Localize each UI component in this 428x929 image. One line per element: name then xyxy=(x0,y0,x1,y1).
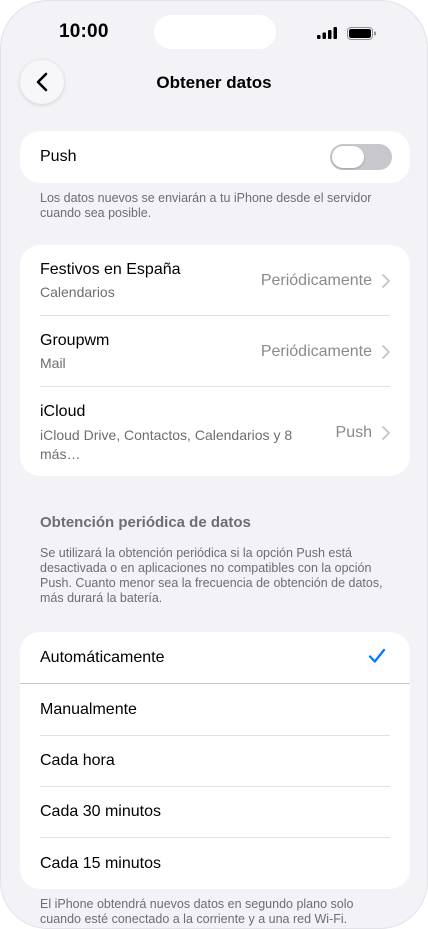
option-label: Manualmente xyxy=(40,701,137,718)
account-fetch-value: Push xyxy=(335,424,372,441)
push-footnote: Los datos nuevos se enviarán a tu iPhone… xyxy=(40,191,372,220)
push-label: Push xyxy=(40,148,77,165)
account-subtitle: Mail xyxy=(40,355,66,371)
account-fetch-value: Periódicamente xyxy=(260,272,372,289)
push-card: Push xyxy=(20,131,410,183)
option-label: Cada hora xyxy=(40,752,115,769)
account-title: Groupwm xyxy=(40,332,110,349)
fetch-footnote: El iPhone obtendrá nuevos datos en segun… xyxy=(40,897,354,926)
account-row-icloud[interactable]: iCloud iCloud Drive, Contactos, Calendar… xyxy=(20,387,410,476)
accounts-card: Festivos en España Calendarios Periódica… xyxy=(20,245,410,476)
toggle-knob xyxy=(332,146,364,168)
account-title: iCloud xyxy=(40,403,86,420)
page-title: Obtener datos xyxy=(156,73,272,92)
account-subtitle: iCloud Drive, Contactos, Calendarios y 8… xyxy=(40,427,293,462)
account-row-groupwm[interactable]: Groupwm Mail Periódicamente xyxy=(20,316,410,386)
status-time: 10:00 xyxy=(59,21,109,42)
option-label: Automáticamente xyxy=(40,649,165,666)
account-fetch-value: Periódicamente xyxy=(260,343,372,360)
fetch-description: Se utilizará la obtención periódica si l… xyxy=(40,546,383,605)
account-row-festivos[interactable]: Festivos en España Calendarios Periódica… xyxy=(20,245,410,315)
option-label: Cada 15 minutos xyxy=(40,855,161,872)
chevron-right-icon xyxy=(382,345,390,359)
option-30-minutes[interactable]: Cada 30 minutos xyxy=(20,786,410,837)
battery-icon xyxy=(347,27,376,40)
push-toggle[interactable] xyxy=(330,144,392,170)
phone-screen: 10:00 Obtener datos Push Los datos nuevo… xyxy=(0,0,428,929)
option-hourly[interactable]: Cada hora xyxy=(20,735,410,786)
option-15-minutes[interactable]: Cada 15 minutos xyxy=(20,838,410,889)
cellular-signal-icon xyxy=(317,27,337,39)
option-label: Cada 30 minutos xyxy=(40,803,161,820)
chevron-right-icon xyxy=(382,426,390,440)
chevron-right-icon xyxy=(382,274,390,288)
fetch-options-card: Automáticamente Manualmente Cada hora Ca… xyxy=(20,632,410,889)
checkmark-icon xyxy=(368,648,386,663)
option-automatic[interactable]: Automáticamente xyxy=(20,632,410,683)
account-subtitle: Calendarios xyxy=(40,284,115,300)
section-header: Obtención periódica de datos xyxy=(40,514,251,531)
account-title: Festivos en España xyxy=(40,261,181,278)
dynamic-island xyxy=(154,15,276,49)
option-manual[interactable]: Manualmente xyxy=(20,684,410,735)
